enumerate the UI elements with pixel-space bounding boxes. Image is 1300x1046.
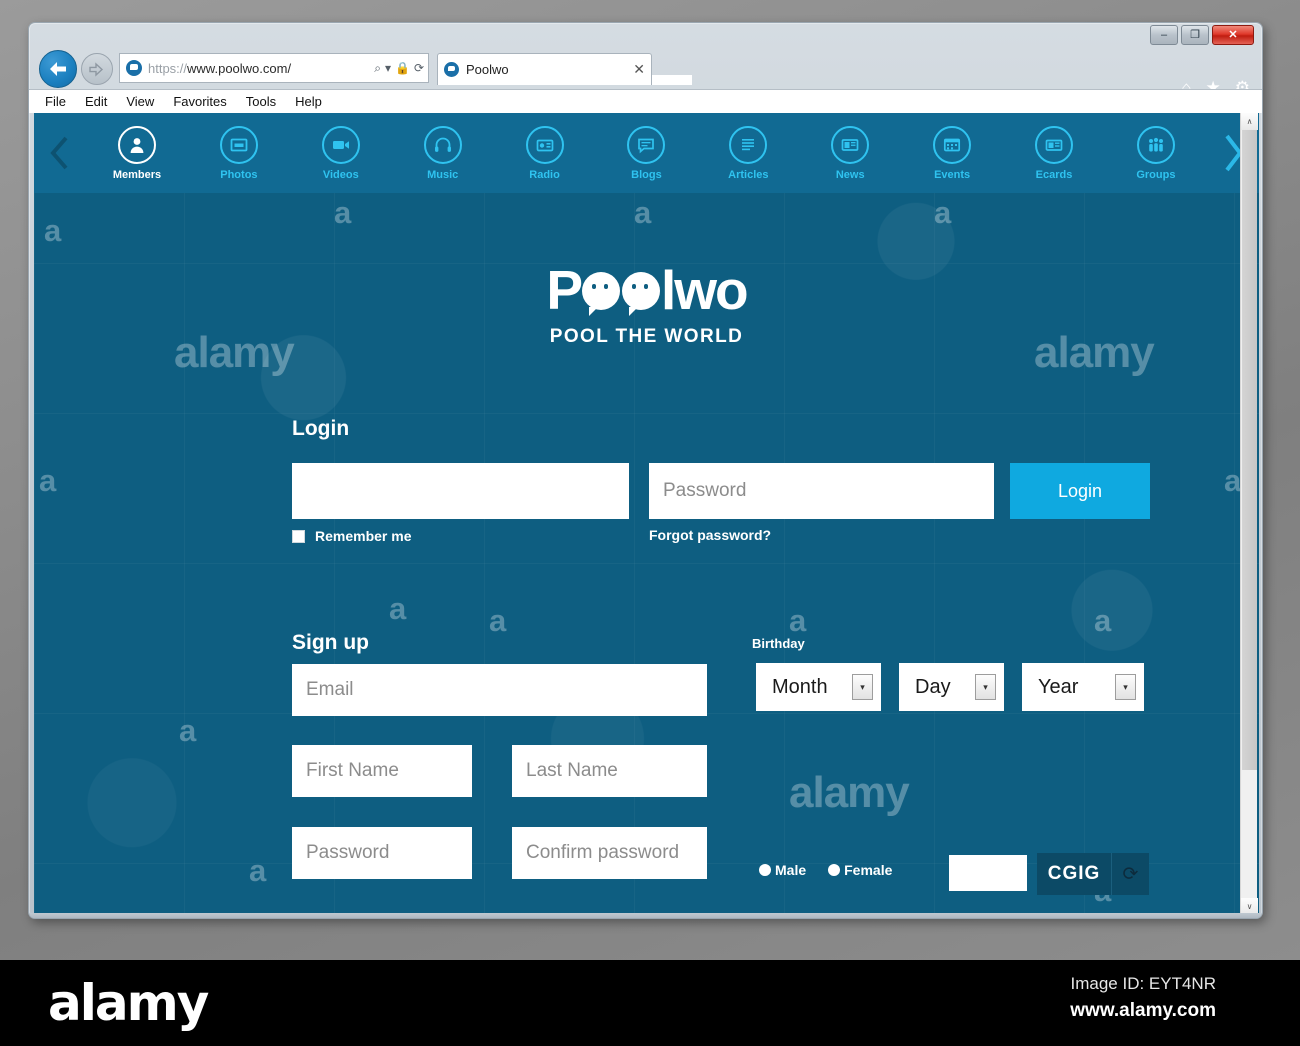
menu-item-edit[interactable]: Edit — [85, 94, 107, 109]
maximize-button[interactable]: ❐ — [1181, 25, 1209, 45]
tab-title: Poolwo — [466, 62, 509, 77]
gender-female-label: Female — [844, 862, 893, 878]
login-username-input[interactable] — [292, 463, 629, 519]
chevron-down-icon[interactable]: ▾ — [975, 674, 996, 700]
auth-content: Login Login Remember me Forgot password?… — [34, 113, 1259, 915]
menu-bar: File Edit View Favorites Tools Help — [29, 89, 1262, 113]
remember-me-label: Remember me — [315, 528, 412, 544]
signup-password-input[interactable] — [292, 827, 472, 879]
lock-icon: 🔒 — [394, 61, 410, 75]
captcha-text: CGIG — [1047, 863, 1101, 884]
page-viewport: Members Photos Videos Music Radio Blogs … — [34, 113, 1259, 915]
signup-confirm-password-input[interactable] — [512, 827, 707, 879]
chevron-down-icon[interactable]: ▾ — [852, 674, 873, 700]
minimize-icon: – — [1160, 28, 1168, 41]
refresh-icon[interactable]: ⟳ — [414, 61, 424, 75]
url-scheme: https:// — [148, 60, 188, 76]
tab-strip-filler — [652, 75, 692, 85]
signup-last-name-input[interactable] — [512, 745, 707, 797]
captcha-input[interactable] — [949, 855, 1027, 891]
forward-arrow-icon — [89, 61, 104, 77]
tab-favicon-icon — [444, 62, 459, 77]
window-controls: – ❐ ✕ — [1150, 25, 1254, 45]
forgot-password-link[interactable]: Forgot password? — [649, 527, 771, 543]
login-button[interactable]: Login — [1010, 463, 1150, 519]
login-password-input[interactable] — [649, 463, 994, 519]
gender-male-option[interactable]: Male — [759, 862, 806, 878]
signup-section-title: Sign up — [292, 631, 369, 654]
menu-item-favorites[interactable]: Favorites — [173, 94, 226, 109]
birthday-month-value: Month — [772, 675, 828, 698]
screenshot-stage: – ❐ ✕ https://www.poolwo.com/ ⌕ ▾ 🔒 ⟳ Po… — [0, 0, 1300, 1046]
back-arrow-icon — [50, 62, 66, 76]
close-button[interactable]: ✕ — [1212, 25, 1254, 45]
alamy-logo: alamy — [48, 974, 209, 1032]
close-icon: ✕ — [1228, 28, 1238, 41]
gender-radio-group: Male Female — [759, 862, 892, 878]
chevron-down-icon[interactable]: ▾ — [385, 61, 391, 75]
remember-me-row[interactable]: Remember me — [292, 528, 412, 544]
maximize-icon: ❐ — [1190, 28, 1200, 41]
scroll-up-button[interactable]: ∧ — [1241, 113, 1258, 130]
window-bottom-edge — [29, 913, 1262, 918]
url-text: https://www.poolwo.com/ — [148, 61, 370, 76]
remember-me-checkbox[interactable] — [292, 529, 305, 543]
scrollbar-thumb[interactable] — [1242, 130, 1257, 770]
birthday-day-select[interactable]: Day ▾ — [899, 663, 1004, 711]
browser-tab[interactable]: Poolwo ✕ — [437, 53, 652, 85]
alamy-url: www.alamy.com — [1070, 1000, 1216, 1021]
login-section-title: Login — [292, 417, 350, 440]
signup-first-name-input[interactable] — [292, 745, 472, 797]
minimize-button[interactable]: – — [1150, 25, 1178, 45]
birthday-year-select[interactable]: Year ▾ — [1022, 663, 1144, 711]
search-icon[interactable]: ⌕ — [374, 61, 381, 76]
back-button[interactable] — [39, 50, 77, 88]
forward-button[interactable] — [81, 53, 113, 85]
site-identity-icon — [126, 60, 142, 76]
alamy-image-id: Image ID: EYT4NR — [1070, 974, 1217, 993]
radio-male[interactable] — [759, 864, 771, 876]
browser-nav-row: https://www.poolwo.com/ ⌕ ▾ 🔒 ⟳ Poolwo ✕… — [29, 47, 1262, 96]
birthday-year-value: Year — [1038, 675, 1079, 698]
tab-close-icon[interactable]: ✕ — [633, 61, 645, 78]
chevron-down-icon[interactable]: ▾ — [1115, 674, 1136, 700]
alamy-footer-bar: alamy Image ID: EYT4NR www.alamy.com — [0, 960, 1300, 1046]
menu-item-file[interactable]: File — [45, 94, 66, 109]
address-bar[interactable]: https://www.poolwo.com/ ⌕ ▾ 🔒 ⟳ — [119, 53, 429, 83]
photo-area: – ❐ ✕ https://www.poolwo.com/ ⌕ ▾ 🔒 ⟳ Po… — [0, 0, 1300, 960]
gender-male-label: Male — [775, 862, 807, 878]
radio-female[interactable] — [828, 864, 841, 876]
refresh-icon[interactable]: ⟳ — [1111, 853, 1149, 895]
birthday-month-select[interactable]: Month ▾ — [756, 663, 881, 711]
gender-female-option[interactable]: Female — [828, 862, 892, 878]
captcha-image: CGIG ⟳ — [1037, 853, 1149, 895]
url-host: www.poolwo.com/ — [187, 60, 292, 76]
menu-item-tools[interactable]: Tools — [246, 94, 276, 109]
page-scrollbar[interactable]: ∧ ∨ — [1240, 113, 1258, 915]
birthday-day-value: Day — [915, 675, 951, 698]
browser-window: – ❐ ✕ https://www.poolwo.com/ ⌕ ▾ 🔒 ⟳ Po… — [28, 22, 1263, 919]
menu-item-view[interactable]: View — [126, 94, 154, 109]
signup-email-input[interactable] — [292, 664, 707, 716]
menu-item-help[interactable]: Help — [295, 94, 322, 109]
birthday-label: Birthday — [752, 636, 805, 651]
